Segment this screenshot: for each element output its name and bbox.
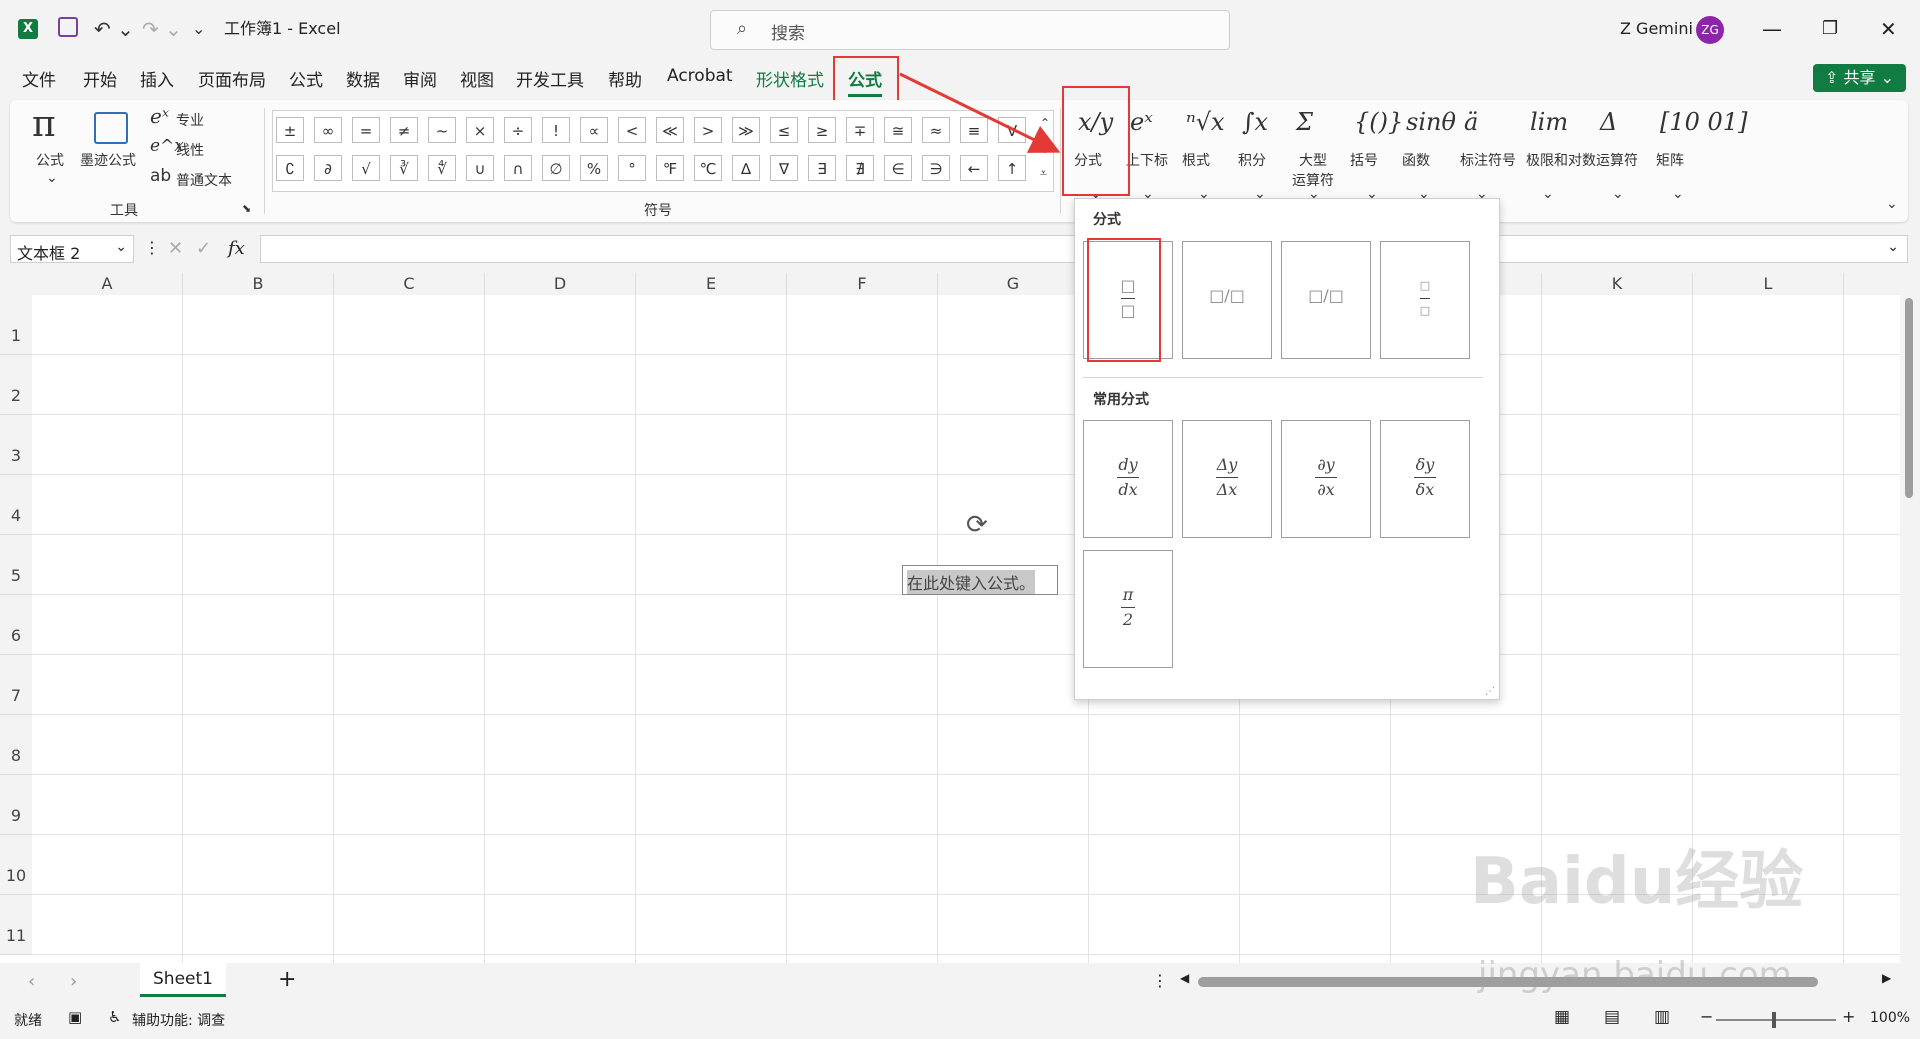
sheet-tab-sheet1[interactable]: Sheet1 [140, 963, 226, 997]
equation-textbox[interactable]: 在此处键入公式。 [902, 565, 1058, 595]
prev-sheet-icon[interactable]: ‹ [28, 971, 35, 992]
watermark-url: jingyan.baidu.com [1478, 955, 1792, 995]
common-fraction-delta[interactable]: Δy Δx [1182, 420, 1272, 538]
accessibility-status[interactable]: 辅助功能: 调查 [132, 1010, 225, 1030]
grid-line [635, 295, 636, 963]
normal-view-icon[interactable]: ▦ [1554, 1007, 1570, 1027]
status-bar: 就绪 ▣ ♿ 辅助功能: 调查 ▦ ▤ ▥ − + 100% [0, 1001, 1920, 1039]
section-title-common: 常用分式 [1093, 392, 1149, 408]
grid-line [786, 295, 787, 963]
grid-line [333, 295, 334, 963]
zoom-slider-thumb[interactable] [1772, 1012, 1776, 1028]
formula-expand-icon[interactable]: ⌄ [1887, 239, 1899, 255]
grid-line [937, 295, 938, 963]
zoom-in-icon[interactable]: + [1842, 1007, 1855, 1026]
grid-line [32, 414, 1900, 415]
more-options-icon[interactable]: ⋮ [144, 238, 160, 257]
grid-line [32, 714, 1900, 715]
row-header[interactable]: 11 [0, 895, 32, 955]
column-header[interactable]: A [32, 273, 183, 295]
enter-icon[interactable]: ✓ [196, 238, 211, 259]
horizontal-scroll-right-icon[interactable]: ▶ [1882, 971, 1891, 985]
equation-placeholder[interactable]: 在此处键入公式。 [907, 570, 1036, 594]
page-break-view-icon[interactable]: ▥ [1654, 1007, 1670, 1027]
name-box-value: 文本框 2 [17, 244, 81, 263]
section-divider [1083, 377, 1483, 378]
fraction-small[interactable]: □ □ [1380, 241, 1470, 359]
common-fraction-pi-over-2[interactable]: π2 [1083, 550, 1173, 668]
section-title-fraction: 分式 [1093, 212, 1121, 228]
name-box-dropdown-icon[interactable]: ⌄ [115, 239, 127, 255]
column-header[interactable]: F [787, 273, 938, 295]
vertical-scrollbar[interactable] [1902, 280, 1916, 963]
column-header[interactable]: G [938, 273, 1089, 295]
add-sheet-icon[interactable]: + [278, 967, 296, 992]
column-header[interactable]: B [183, 273, 334, 295]
cancel-icon[interactable]: ✕ [168, 238, 183, 259]
column-header[interactable]: K [1542, 273, 1693, 295]
zoom-out-icon[interactable]: − [1700, 1007, 1713, 1026]
resize-grip-icon[interactable]: ⋰ [1485, 686, 1495, 697]
row-header[interactable]: 8 [0, 715, 32, 775]
column-header[interactable]: E [636, 273, 787, 295]
row-header[interactable]: 4 [0, 475, 32, 535]
common-fraction-small-delta[interactable]: δy δx [1380, 420, 1470, 538]
page-layout-view-icon[interactable]: ▤ [1604, 1007, 1620, 1027]
watermark-logo: Baidu经验 [1470, 845, 1804, 919]
grid-line [182, 295, 183, 963]
fraction-skewed[interactable]: □/□ [1182, 241, 1272, 359]
name-box[interactable]: 文本框 2 ⌄ [10, 235, 134, 263]
row-header[interactable]: 7 [0, 655, 32, 715]
scroll-thumb[interactable] [1905, 298, 1913, 498]
select-all-corner[interactable] [0, 273, 32, 295]
horizontal-scroll-left-icon[interactable]: ◀ [1180, 971, 1189, 985]
grid-line [32, 654, 1900, 655]
grid-line [32, 354, 1900, 355]
grid-line [1843, 295, 1844, 963]
row-header[interactable]: 5 [0, 535, 32, 595]
row-header[interactable]: 6 [0, 595, 32, 655]
highlight-stacked-fraction [1087, 238, 1161, 362]
accessibility-icon[interactable]: ♿ [108, 1008, 121, 1026]
row-header[interactable]: 3 [0, 415, 32, 475]
zoom-level[interactable]: 100% [1870, 1010, 1910, 1026]
row-header[interactable]: 9 [0, 775, 32, 835]
column-header[interactable]: C [334, 273, 485, 295]
column-header[interactable]: M [1844, 273, 1900, 295]
common-fraction-partial[interactable]: ∂y ∂x [1281, 420, 1371, 538]
insert-function-icon[interactable]: fx [228, 238, 245, 259]
sheet-tab-label: Sheet1 [153, 969, 213, 989]
row-header[interactable]: 1 [0, 295, 32, 355]
fraction-linear[interactable]: □/□ [1281, 241, 1371, 359]
next-sheet-icon[interactable]: › [70, 971, 77, 992]
macro-record-icon[interactable]: ▣ [68, 1008, 82, 1026]
zoom-slider[interactable] [1716, 1012, 1836, 1028]
row-header[interactable]: 2 [0, 355, 32, 415]
sheet-bar-splitter-icon[interactable]: ⋮ [1152, 971, 1168, 990]
grid-line [484, 295, 485, 963]
grid-line [32, 774, 1900, 775]
grid-line [32, 474, 1900, 475]
column-header[interactable]: L [1693, 273, 1844, 295]
row-header[interactable]: 10 [0, 835, 32, 895]
status-ready: 就绪 [14, 1013, 42, 1029]
rotate-handle-icon[interactable]: ⟳ [966, 510, 988, 540]
common-fraction-dy-dx[interactable]: dy dx [1083, 420, 1173, 538]
column-header[interactable]: D [485, 273, 636, 295]
